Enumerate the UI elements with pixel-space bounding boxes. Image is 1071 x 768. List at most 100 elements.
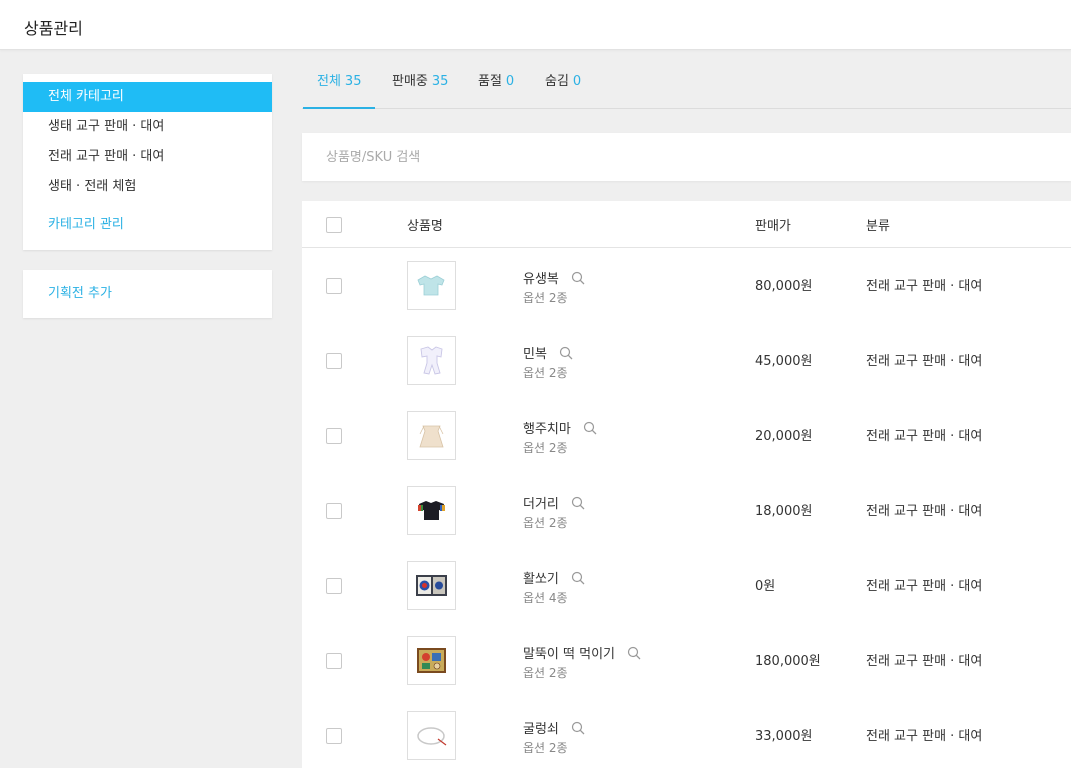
archery-target-icon — [416, 575, 447, 596]
product-name: 행주치마 — [523, 422, 571, 437]
product-category: 전래 교구 판매 · 대여 — [866, 729, 983, 744]
product-price: 33,000원 — [755, 729, 813, 744]
magnifier-icon[interactable] — [571, 496, 585, 510]
page-title: 상품관리 — [24, 19, 83, 38]
table-row[interactable]: 더거리 옵션 2종 18,000원 전래 교구 판매 · 대여 — [302, 473, 1071, 548]
product-price: 180,000원 — [755, 654, 821, 669]
product-category: 전래 교구 판매 · 대여 — [866, 279, 983, 294]
tab-count: 0 — [572, 74, 582, 89]
product-category: 전래 교구 판매 · 대여 — [866, 654, 983, 669]
table-row[interactable]: 행주치마 옵션 2종 20,000원 전래 교구 판매 · 대여 — [302, 398, 1071, 473]
tab-label: 숨김 — [545, 74, 569, 89]
sidebar-item-eco-rental[interactable]: 생태 교구 판매 · 대여 — [23, 112, 272, 142]
product-name: 활쏘기 — [523, 572, 559, 587]
magnifier-icon[interactable] — [627, 646, 641, 660]
row-checkbox[interactable] — [326, 353, 342, 369]
product-options: 옵션 4종 — [523, 591, 568, 605]
plan-panel: 기획전 추가 — [23, 270, 272, 318]
product-thumbnail[interactable] — [407, 486, 456, 535]
table-header: 상품명 판매가 분류 — [302, 201, 1071, 248]
hoop-ring-icon — [417, 727, 447, 746]
product-name-link[interactable]: 유생복 — [523, 268, 585, 287]
header-product-name: 상품명 — [407, 219, 443, 234]
table-row[interactable]: 활쏘기 옵션 4종 0원 전래 교구 판매 · 대여 — [302, 548, 1071, 623]
tab-count: 0 — [505, 74, 515, 89]
product-price: 80,000원 — [755, 279, 813, 294]
product-category: 전래 교구 판매 · 대여 — [866, 429, 983, 444]
tab-label: 전체 — [317, 74, 341, 89]
product-name: 더거리 — [523, 497, 559, 512]
product-price: 0원 — [755, 579, 776, 594]
product-name: 민복 — [523, 347, 547, 362]
sidebar-item-traditional-rental[interactable]: 전래 교구 판매 · 대여 — [23, 142, 272, 172]
tab-count: 35 — [344, 74, 362, 89]
top-bar: 상품관리 — [0, 0, 1071, 50]
row-checkbox[interactable] — [326, 653, 342, 669]
magnifier-icon[interactable] — [571, 571, 585, 585]
row-checkbox[interactable] — [326, 578, 342, 594]
product-name-link[interactable]: 말뚝이 떡 먹이기 — [523, 643, 641, 662]
magnifier-icon[interactable] — [571, 271, 585, 285]
product-price: 45,000원 — [755, 354, 813, 369]
table-row[interactable]: 굴렁쇠 옵션 2종 33,000원 전래 교구 판매 · 대여 — [302, 698, 1071, 768]
table-row[interactable]: 유생복 옵션 2종 80,000원 전래 교구 판매 · 대여 — [302, 248, 1071, 323]
product-name-link[interactable]: 굴렁쇠 — [523, 718, 585, 737]
tab-sold-out[interactable]: 품절 0 — [464, 56, 528, 109]
row-checkbox[interactable] — [326, 728, 342, 744]
category-manage-link[interactable]: 카테고리 관리 — [23, 210, 272, 240]
tab-hidden[interactable]: 숨김 0 — [531, 56, 595, 109]
table-row[interactable]: 말뚝이 떡 먹이기 옵션 2종 180,000원 전래 교구 판매 · 대여 — [302, 623, 1071, 698]
select-all-checkbox[interactable] — [326, 217, 342, 233]
product-thumbnail[interactable] — [407, 636, 456, 685]
tab-label: 품절 — [478, 74, 502, 89]
product-name-link[interactable]: 활쏘기 — [523, 568, 585, 587]
product-thumbnail[interactable] — [407, 336, 456, 385]
product-price: 20,000원 — [755, 429, 813, 444]
row-checkbox[interactable] — [326, 503, 342, 519]
category-panel: 전체 카테고리 생태 교구 판매 · 대여 전래 교구 판매 · 대여 생태 ·… — [23, 74, 272, 250]
product-thumbnail[interactable] — [407, 411, 456, 460]
product-category: 전래 교구 판매 · 대여 — [866, 579, 983, 594]
table-row[interactable]: 민복 옵션 2종 45,000원 전래 교구 판매 · 대여 — [302, 323, 1071, 398]
white-outfit-icon — [420, 346, 443, 375]
magnifier-icon[interactable] — [559, 346, 573, 360]
add-exhibition-link[interactable]: 기획전 추가 — [23, 270, 272, 318]
header-category[interactable]: 분류 — [866, 215, 890, 234]
header-price[interactable]: 판매가 — [755, 215, 791, 234]
sidebar-item-experience[interactable]: 생태 · 전래 체험 — [23, 172, 272, 202]
tab-count: 35 — [431, 74, 449, 89]
search-input[interactable] — [302, 133, 1071, 181]
product-name-link[interactable]: 더거리 — [523, 493, 585, 512]
beige-apron-icon — [419, 425, 444, 448]
tab-all[interactable]: 전체 35 — [303, 56, 376, 109]
magnifier-icon[interactable] — [583, 421, 597, 435]
magnifier-icon[interactable] — [571, 721, 585, 735]
product-thumbnail[interactable] — [407, 261, 456, 310]
status-tabs: 전체 35 판매중 35 품절 0 숨김 0 — [302, 56, 1071, 109]
search-box — [302, 133, 1071, 181]
product-category: 전래 교구 판매 · 대여 — [866, 504, 983, 519]
black-jacket-icon — [418, 501, 445, 520]
product-thumbnail[interactable] — [407, 711, 456, 760]
sidebar-item-all-categories[interactable]: 전체 카테고리 — [23, 82, 272, 112]
product-options: 옵션 2종 — [523, 291, 568, 305]
product-options: 옵션 2종 — [523, 666, 568, 680]
row-checkbox[interactable] — [326, 278, 342, 294]
row-checkbox[interactable] — [326, 428, 342, 444]
tab-on-sale[interactable]: 판매중 35 — [378, 56, 462, 109]
product-name-link[interactable]: 행주치마 — [523, 418, 597, 437]
light-blue-garment-icon — [417, 275, 445, 296]
product-price: 18,000원 — [755, 504, 813, 519]
product-options: 옵션 2종 — [523, 741, 568, 755]
product-category: 전래 교구 판매 · 대여 — [866, 354, 983, 369]
product-table: 상품명 판매가 분류 유생복 옵션 2종 80,000원 전래 교구 판매 · … — [302, 201, 1071, 768]
product-name: 말뚝이 떡 먹이기 — [523, 647, 615, 662]
product-options: 옵션 2종 — [523, 366, 568, 380]
product-name: 유생복 — [523, 272, 559, 287]
product-name-link[interactable]: 민복 — [523, 343, 573, 362]
product-thumbnail[interactable] — [407, 561, 456, 610]
tab-label: 판매중 — [392, 74, 428, 89]
product-name: 굴렁쇠 — [523, 722, 559, 737]
product-options: 옵션 2종 — [523, 441, 568, 455]
product-options: 옵션 2종 — [523, 516, 568, 530]
